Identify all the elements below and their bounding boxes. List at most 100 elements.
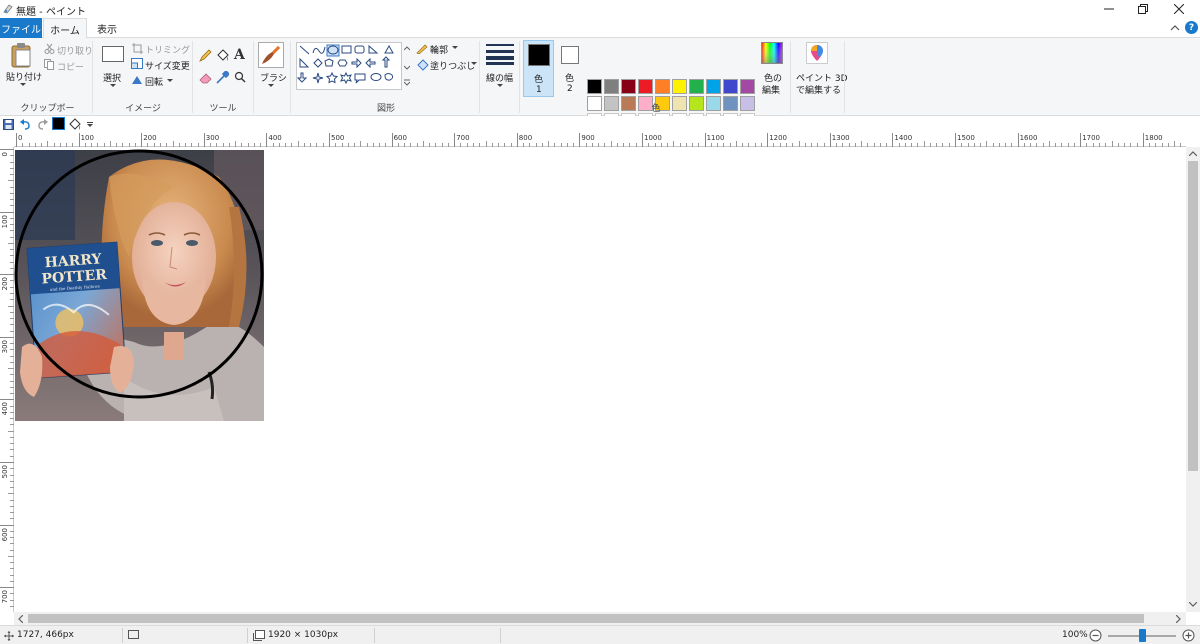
select-dropdown-icon[interactable] <box>110 84 116 88</box>
line-width-icon[interactable] <box>486 43 514 65</box>
scroll-left-icon[interactable] <box>18 615 23 623</box>
palette-color-swatch[interactable] <box>689 79 704 94</box>
horizontal-scrollbar[interactable] <box>14 612 1186 625</box>
fill-dropdown-icon[interactable] <box>471 62 477 66</box>
select-rect-icon[interactable] <box>102 46 124 62</box>
ruler-major-tick <box>767 133 769 147</box>
qat-color-swatch[interactable] <box>52 117 65 130</box>
palette-color-swatch[interactable] <box>706 79 721 94</box>
outline-dropdown-icon[interactable] <box>452 46 458 50</box>
ruler-corner <box>0 133 14 147</box>
scroll-up-icon[interactable] <box>1189 151 1197 156</box>
horizontal-scroll-thumb[interactable] <box>28 614 1144 623</box>
line-width-button[interactable]: 線の幅 <box>486 71 513 84</box>
customize-qat-icon[interactable] <box>87 122 94 128</box>
cut-button[interactable]: 切り取り <box>57 44 93 57</box>
group-divider <box>290 41 291 113</box>
ruler-tick-label: 300 <box>1 339 9 354</box>
shapes-gallery-icons[interactable] <box>297 43 403 91</box>
copy-button[interactable]: コピー <box>57 60 84 73</box>
outline-button[interactable]: 輪郭 <box>430 43 448 56</box>
edit-colors-icon[interactable] <box>761 42 783 64</box>
ruler-tick-label: 600 <box>1 527 9 541</box>
minimize-button[interactable] <box>1094 1 1124 17</box>
ruler-major-tick <box>0 274 14 276</box>
fill-bucket-icon[interactable] <box>216 49 229 62</box>
save-icon[interactable] <box>3 119 14 130</box>
collapse-ribbon-icon[interactable] <box>1170 24 1180 32</box>
palette-color-swatch[interactable] <box>689 96 704 111</box>
ruler-tick-label: 1300 <box>831 134 850 142</box>
ruler-tick-label: 1700 <box>1082 134 1101 142</box>
resize-button[interactable]: サイズ変更 <box>145 59 190 72</box>
edit-colors-label2[interactable]: 編集 <box>762 83 780 96</box>
photo-image: HARRY POTTER and the Deathly Hallows <box>15 150 264 421</box>
zoom-in-icon[interactable] <box>1182 629 1195 642</box>
drawing-canvas[interactable]: HARRY POTTER and the Deathly Hallows <box>14 147 1186 612</box>
scissors-icon <box>44 43 55 54</box>
undo-icon[interactable] <box>20 119 31 130</box>
ruler-tick-label: 500 <box>331 134 345 142</box>
tab-home[interactable]: ホーム <box>43 18 87 39</box>
ruler-major-tick <box>1142 133 1144 147</box>
paint3d-icon[interactable] <box>806 42 828 64</box>
vertical-scrollbar[interactable] <box>1186 147 1200 612</box>
rotate-dropdown-icon[interactable] <box>167 79 173 83</box>
palette-color-swatch[interactable] <box>740 96 755 111</box>
image-group-label: イメージ <box>125 104 161 114</box>
brush-icon[interactable] <box>258 42 284 68</box>
brushes-button[interactable]: ブラシ <box>260 71 287 84</box>
color2-button[interactable]: 色 2 <box>557 40 584 97</box>
color1-button[interactable]: 色 1 <box>523 40 554 97</box>
group-divider <box>519 41 520 113</box>
ruler-tick-label: 200 <box>143 134 157 142</box>
select-button[interactable]: 選択 <box>103 71 121 84</box>
line-width-dropdown-icon[interactable] <box>497 84 503 88</box>
palette-color-swatch[interactable] <box>723 96 738 111</box>
brushes-dropdown-icon[interactable] <box>268 84 274 88</box>
palette-color-swatch[interactable] <box>740 79 755 94</box>
eraser-icon[interactable] <box>199 72 212 84</box>
palette-color-swatch[interactable] <box>587 96 602 111</box>
palette-color-swatch[interactable] <box>587 79 602 94</box>
cursor-position: 1727, 466px <box>17 630 74 640</box>
crop-button[interactable]: トリミング <box>145 43 190 56</box>
drawing-workspace[interactable]: HARRY POTTER and the Deathly Hallows <box>14 147 1186 612</box>
tab-file[interactable]: ファイル <box>0 18 42 38</box>
magnifier-icon[interactable] <box>234 71 246 83</box>
scroll-right-icon[interactable] <box>1176 615 1181 623</box>
ruler-tick-label: 1600 <box>1019 134 1038 142</box>
palette-color-swatch[interactable] <box>723 79 738 94</box>
shape-fill-button[interactable]: 塗りつぶし <box>430 59 475 72</box>
tab-view[interactable]: 表示 <box>90 18 124 38</box>
help-icon[interactable]: ? <box>1185 21 1198 34</box>
color2-swatch <box>561 46 579 64</box>
palette-color-swatch[interactable] <box>621 79 636 94</box>
qat-fill-icon[interactable] <box>68 118 81 131</box>
cursor-position-icon <box>4 631 14 641</box>
palette-color-swatch[interactable] <box>604 79 619 94</box>
close-button[interactable] <box>1164 1 1194 17</box>
paste-button[interactable]: 貼り付け <box>6 70 42 83</box>
palette-color-swatch[interactable] <box>621 96 636 111</box>
palette-color-swatch[interactable] <box>655 79 670 94</box>
palette-color-swatch[interactable] <box>672 79 687 94</box>
palette-color-swatch[interactable] <box>638 79 653 94</box>
rotate-icon <box>132 76 142 84</box>
paint3d-label2[interactable]: で編集する <box>796 83 841 96</box>
vertical-scroll-thumb[interactable] <box>1188 161 1198 471</box>
palette-color-swatch[interactable] <box>706 96 721 111</box>
paste-icon[interactable] <box>10 42 34 68</box>
pencil-icon[interactable] <box>199 49 212 62</box>
palette-color-swatch[interactable] <box>604 96 619 111</box>
redo-icon[interactable] <box>37 119 48 130</box>
shapes-scroll-icon[interactable] <box>404 46 410 86</box>
color-picker-icon[interactable] <box>216 71 229 84</box>
restore-button[interactable] <box>1128 1 1158 17</box>
text-tool-icon[interactable]: A <box>234 47 245 63</box>
zoom-out-icon[interactable] <box>1089 629 1102 642</box>
rotate-button[interactable]: 回転 <box>145 75 163 88</box>
zoom-slider-thumb[interactable] <box>1139 629 1146 642</box>
paste-dropdown-icon[interactable] <box>20 83 26 87</box>
scroll-down-icon[interactable] <box>1189 602 1197 607</box>
